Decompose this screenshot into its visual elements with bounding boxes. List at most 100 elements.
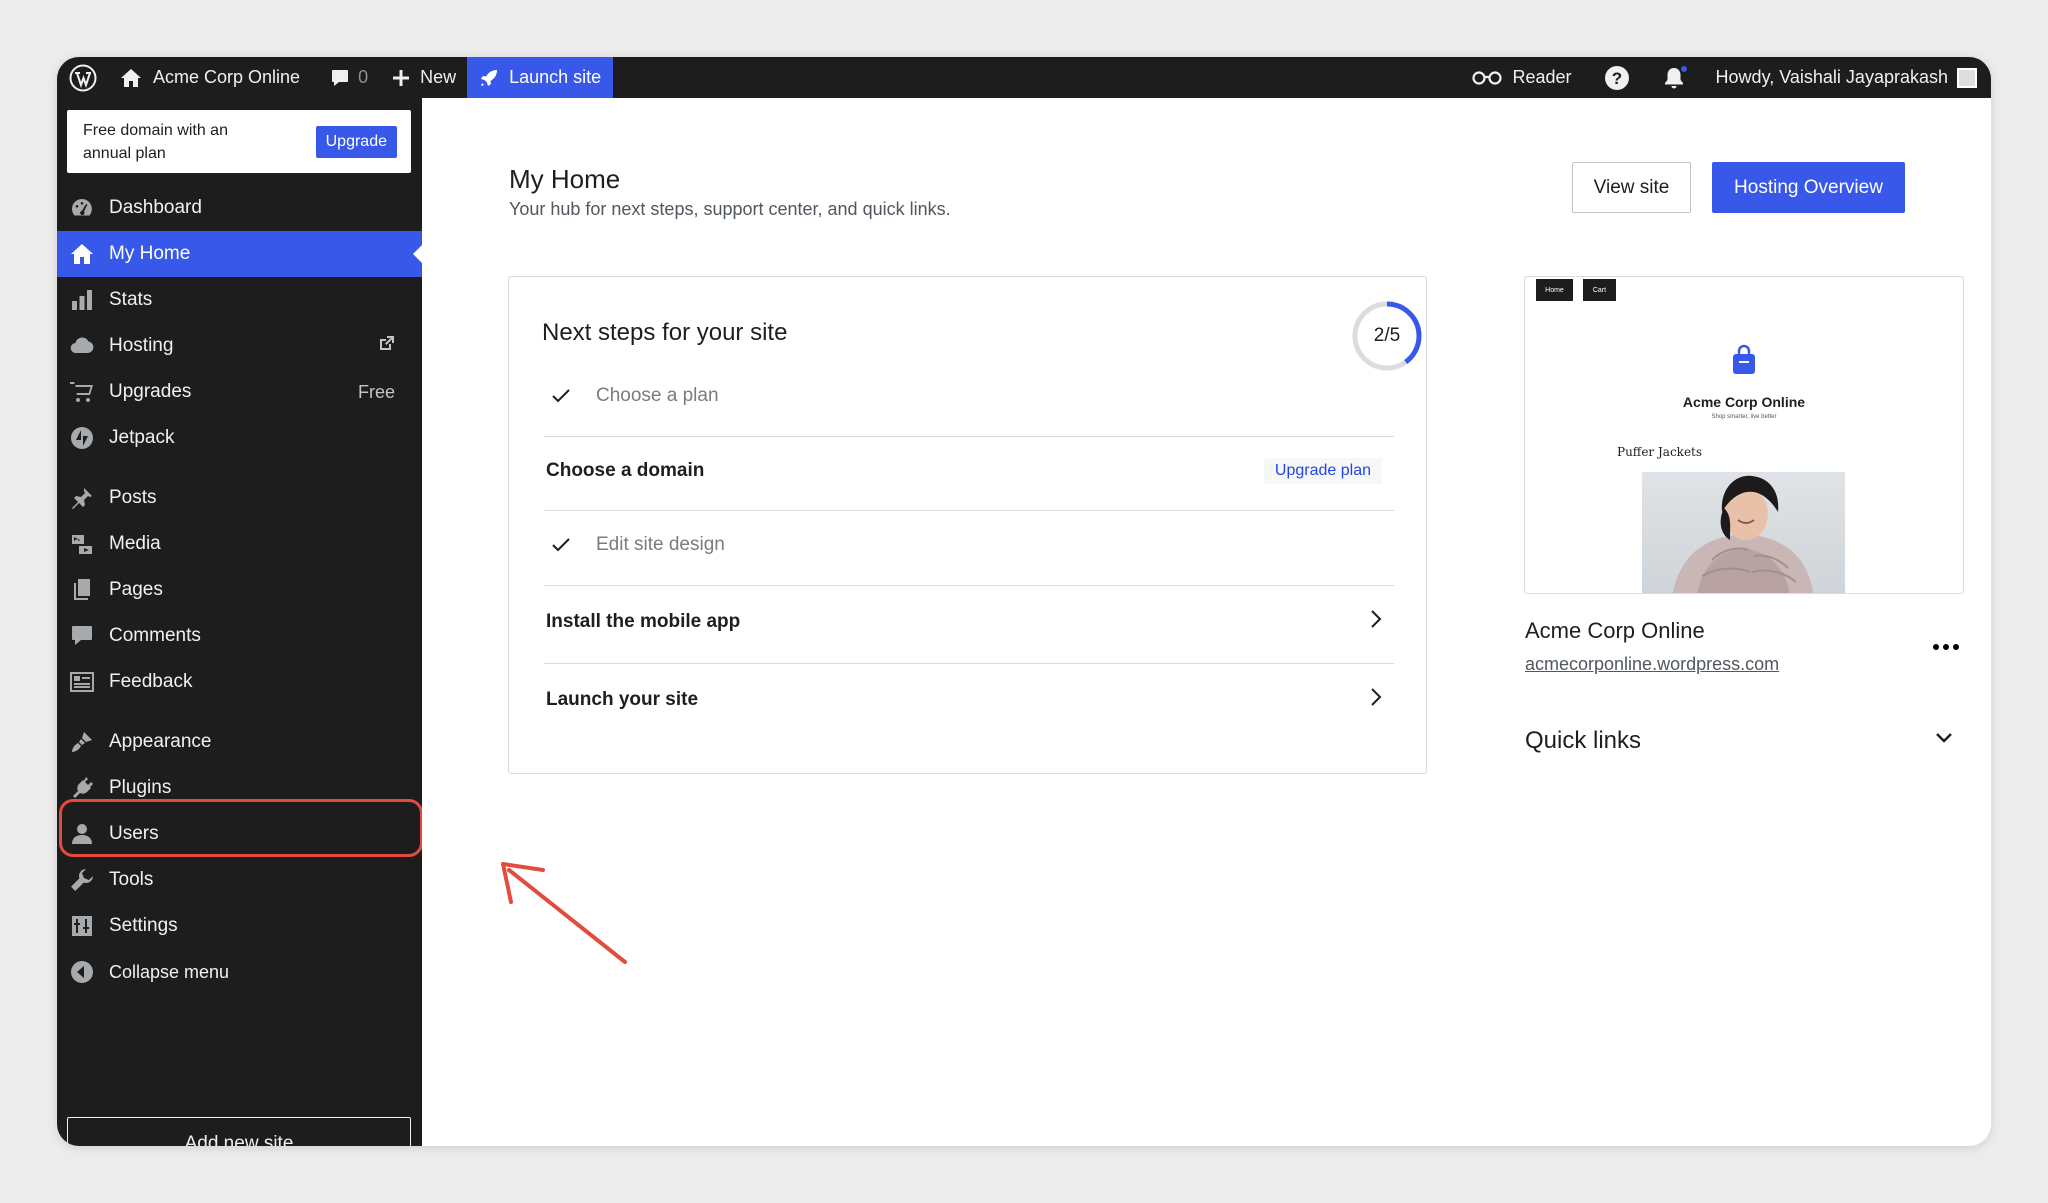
preview-heading: Puffer Jackets [1617,445,1703,459]
sidebar: Free domain with an annual plan Upgrade … [57,98,423,1146]
site-name: Acme Corp Online [1525,618,1705,643]
launch-site-button[interactable]: Launch site [467,57,614,98]
comments-button[interactable]: 0 [321,57,377,98]
page-title: My Home [509,164,621,194]
more-options-button[interactable] [1932,627,1960,658]
sidebar-item-media[interactable]: Media [57,521,422,567]
sidebar-item-posts[interactable]: Posts [57,475,422,521]
jetpack-icon [71,427,93,449]
task-install-the-mobile-app[interactable]: Install the mobile app [544,610,1394,633]
feedback-icon [70,672,94,692]
sidebar-item-hosting[interactable]: Hosting [57,323,422,369]
person-in-jacket-illustration [1672,475,1814,593]
ellipsis-icon [1933,644,1959,650]
launch-label: Launch site [509,67,602,87]
chevron-down-icon[interactable] [1935,732,1953,744]
task-label: Choose a plan [596,385,719,406]
home-icon [71,244,93,264]
reader-label: Reader [1512,67,1572,87]
sidebar-item-label: Posts [109,487,157,508]
sidebar-item-upgrades[interactable]: Upgrades Free [57,369,422,415]
sidebar-item-label: Feedback [109,671,193,692]
help-icon: ? [1604,65,1629,90]
wrench-icon [71,869,93,891]
new-button[interactable]: New [383,57,465,98]
wordpress-logo-button[interactable] [57,57,111,98]
annotation-arrow [501,862,627,964]
cart-icon [70,382,93,402]
upgrade-plan-link[interactable]: Upgrade plan [1263,458,1382,484]
sidebar-item-stats[interactable]: Stats [57,277,422,323]
media-icon [72,535,92,554]
sidebar-item-label: Media [109,533,161,554]
external-link-icon [380,335,394,350]
task-label: Install the mobile app [546,611,741,632]
cloud-icon [70,337,94,354]
stats-icon [72,290,92,310]
sidebar-item-label: Tools [109,869,154,890]
site-name-button[interactable]: Acme Corp Online [111,57,309,98]
site-preview-thumbnail[interactable]: Home Cart Acme Corp Online Shop smarter,… [1524,276,1964,594]
main-content: My Home Your hub for next steps, support… [422,98,1991,1146]
pages-icon [74,579,90,600]
sidebar-item-label: Pages [109,579,163,600]
task-choose-a-domain[interactable]: Choose a domain Upgrade plan [544,458,1394,484]
sidebar-item-dashboard[interactable]: Dashboard [57,185,422,231]
avatar [1957,67,1977,88]
sidebar-item-pages[interactable]: Pages [57,567,422,613]
help-button[interactable]: ? [1595,57,1639,98]
next-steps-card: Next steps for your site 2/5 Choose a pl… [508,276,1427,774]
quick-links-title[interactable]: Quick links [1525,727,1641,755]
browser-window: Acme Corp Online 0 New Launch site Reade… [57,57,1991,1146]
progress-text: 2/5 [1373,325,1401,346]
free-domain-promo: Free domain with an annual plan Upgrade [67,110,411,173]
sidebar-item-my-home[interactable]: My Home [57,231,422,277]
add-new-site-button[interactable]: Add new site [67,1117,411,1146]
sidebar-item-feedback[interactable]: Feedback [57,659,422,705]
view-site-button[interactable]: View site [1572,162,1691,213]
plus-icon [393,69,410,86]
notifications-button[interactable] [1653,57,1695,98]
sidebar-item-label: Dashboard [109,197,202,218]
brush-icon [72,732,92,752]
site-name-label: Acme Corp Online [153,67,301,87]
sidebar-item-collapse-menu[interactable]: Collapse menu [57,949,422,995]
sidebar-item-label: Collapse menu [109,961,230,982]
sidebar-item-settings[interactable]: Settings [57,903,422,949]
chevron-right-icon [1371,688,1382,706]
new-label: New [420,67,457,87]
sidebar-item-label: Plugins [109,777,172,798]
task-label: Choose a domain [546,460,705,481]
account-menu[interactable]: Howdy, Vaishali Jayaprakash [1707,57,1991,98]
site-url-link[interactable]: acmecorponline.wordpress.com [1525,654,1779,675]
shopping-bag-icon [1733,344,1755,374]
preview-site-title: Acme Corp Online [1682,394,1806,410]
page-subtitle: Your hub for next steps, support center,… [509,199,951,219]
hosting-overview-button[interactable]: Hosting Overview [1712,162,1905,213]
task-edit-site-design[interactable]: Edit site design [544,534,1394,556]
sidebar-item-comments[interactable]: Comments [57,613,422,659]
task-choose-a-plan[interactable]: Choose a plan [544,385,1394,407]
comment-icon [332,69,349,86]
plugins-highlight-outline [59,799,423,857]
svg-text:?: ? [1611,69,1621,88]
howdy-label: Howdy, Vaishali Jayaprakash [1715,67,1948,87]
task-label: Launch your site [546,689,699,710]
sidebar-item-label: My Home [109,243,191,264]
sidebar-item-label: Stats [109,289,153,310]
sidebar-item-appearance[interactable]: Appearance [57,719,422,765]
comments-count: 0 [358,67,369,87]
reader-button[interactable]: Reader [1462,57,1581,98]
sidebar-item-tools[interactable]: Tools [57,857,422,903]
upgrades-free-badge: Free [357,381,395,402]
promo-upgrade-button[interactable]: Upgrade [315,125,397,158]
preview-nav-home: Home [1536,279,1573,301]
home-icon [121,68,141,87]
chevron-right-icon [1371,610,1382,628]
check-icon [552,538,570,552]
rocket-icon [481,69,498,86]
task-launch-your-site[interactable]: Launch your site [544,688,1394,711]
sidebar-item-jetpack[interactable]: Jetpack [57,415,422,461]
comment-icon [72,626,92,645]
admin-bar: Acme Corp Online 0 New Launch site Reade… [57,57,1991,98]
